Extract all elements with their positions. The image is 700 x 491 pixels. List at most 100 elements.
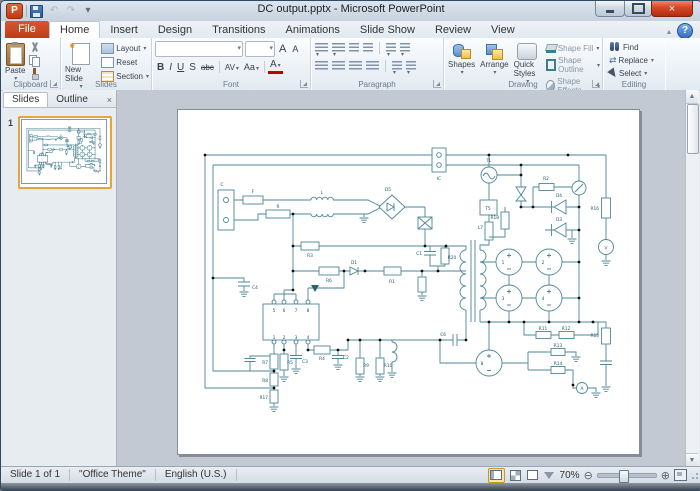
tab-design[interactable]: Design	[148, 22, 202, 38]
slide-thumbnail-image	[22, 120, 106, 183]
help-button[interactable]: ?	[677, 23, 693, 39]
zoom-in-button[interactable]: ⊕	[661, 469, 670, 482]
shape-fill-button[interactable]: Shape Fill	[546, 43, 600, 53]
bold-button[interactable]: B	[155, 62, 166, 73]
numbering-button[interactable]	[332, 43, 345, 53]
strikethrough-button[interactable]: abc	[199, 63, 216, 72]
minimize-icon	[606, 10, 614, 13]
paste-button[interactable]: Paste	[5, 40, 25, 82]
normal-view-icon	[490, 470, 502, 480]
layout-button[interactable]: Layout	[101, 43, 149, 54]
powerpoint-app-icon[interactable]: P	[6, 3, 23, 19]
slide-show-button[interactable]	[543, 470, 556, 481]
close-pane-icon[interactable]: ×	[107, 95, 112, 107]
zoom-out-button[interactable]: ⊖	[584, 469, 593, 482]
tab-home[interactable]: Home	[49, 21, 100, 38]
maximize-button[interactable]	[624, 1, 652, 17]
tab-file[interactable]: File	[5, 21, 49, 38]
close-button[interactable]: ×	[651, 1, 693, 17]
align-right-button[interactable]	[349, 61, 362, 71]
decrease-indent-button[interactable]	[349, 43, 359, 53]
tab-outline[interactable]: Outline	[48, 93, 96, 107]
text-direction-button[interactable]	[400, 43, 410, 53]
paste-icon	[6, 43, 25, 66]
select-button[interactable]: Select	[609, 69, 665, 78]
zoom-slider[interactable]	[597, 473, 657, 478]
reading-view-icon	[527, 470, 538, 480]
normal-view-button[interactable]	[488, 468, 505, 483]
theme-indicator[interactable]: "Office Theme"	[70, 469, 156, 481]
undo-button[interactable]: ↶	[47, 4, 61, 18]
grow-font-button[interactable]: A	[277, 43, 288, 55]
tab-slides[interactable]: Slides	[3, 92, 48, 107]
convert-smartart-button[interactable]	[406, 61, 416, 71]
font-color-button[interactable]: A	[268, 60, 283, 74]
italic-button[interactable]: I	[167, 62, 174, 73]
tab-transitions[interactable]: Transitions	[202, 22, 275, 38]
slide-canvas[interactable]	[117, 90, 685, 467]
zoom-slider-thumb[interactable]	[619, 470, 629, 483]
scroll-down-arrow[interactable]: ▼	[686, 453, 698, 467]
circuit-diagram[interactable]	[178, 110, 639, 454]
status-right-cluster: 70% ⊖ ⊕	[488, 468, 700, 483]
clipboard-dialog-launcher[interactable]	[50, 80, 58, 88]
paragraph-dialog-launcher[interactable]	[433, 80, 441, 88]
align-left-button[interactable]	[315, 61, 328, 71]
format-painter-button[interactable]	[29, 68, 40, 79]
slide-thumbnail-number: 1	[8, 118, 13, 128]
zoom-level[interactable]: 70%	[560, 470, 580, 481]
columns-button[interactable]	[392, 61, 402, 71]
font-dialog-launcher[interactable]	[300, 80, 308, 88]
character-spacing-button[interactable]: AV	[223, 63, 241, 72]
tab-view[interactable]: View	[481, 22, 525, 38]
font-name-combobox[interactable]	[155, 41, 243, 57]
underline-button[interactable]: U	[175, 62, 186, 73]
increase-indent-button[interactable]	[363, 43, 373, 53]
vertical-scrollbar[interactable]: ▲ ▼	[685, 90, 699, 467]
slide-indicator[interactable]: Slide 1 of 1	[1, 469, 70, 481]
reading-view-button[interactable]	[526, 470, 539, 481]
scroll-up-arrow[interactable]: ▲	[686, 90, 698, 104]
fit-to-window-button[interactable]	[674, 469, 687, 481]
qat-customize-button[interactable]: ▾	[81, 4, 95, 18]
tab-insert[interactable]: Insert	[100, 22, 148, 38]
separator	[379, 42, 380, 54]
save-button[interactable]	[30, 5, 44, 18]
line-spacing-button[interactable]	[386, 43, 396, 53]
minimize-button[interactable]	[595, 1, 625, 17]
text-shadow-button[interactable]: S	[187, 62, 198, 73]
replace-button[interactable]: ⇄Replace	[609, 55, 665, 66]
shrink-font-button[interactable]: A	[290, 44, 300, 54]
change-case-button[interactable]: Aa	[242, 62, 261, 72]
shape-outline-icon	[546, 59, 556, 71]
find-button[interactable]: Find	[609, 42, 665, 52]
slide[interactable]	[177, 109, 640, 455]
collapse-ribbon-icon[interactable]: ▴	[667, 27, 671, 36]
qat-separator	[26, 5, 27, 17]
copy-button[interactable]	[29, 55, 40, 66]
align-center-button[interactable]	[332, 61, 345, 71]
redo-button[interactable]: ↷	[64, 4, 78, 18]
slide-sorter-view-button[interactable]	[509, 470, 522, 481]
tab-slide-show[interactable]: Slide Show	[350, 22, 425, 38]
shapes-icon	[453, 43, 471, 60]
status-bar: Slide 1 of 1 "Office Theme" English (U.S…	[1, 466, 700, 483]
slide-thumbnail[interactable]	[18, 116, 112, 189]
shape-outline-button[interactable]: Shape Outline	[546, 56, 600, 74]
tab-review[interactable]: Review	[425, 22, 481, 38]
bullets-button[interactable]	[315, 43, 328, 53]
tab-animations[interactable]: Animations	[276, 22, 350, 38]
resize-grip[interactable]	[690, 472, 699, 481]
editing-group-label: Editing	[603, 80, 665, 89]
separator	[219, 61, 220, 73]
font-size-combobox[interactable]	[245, 41, 275, 57]
select-icon	[607, 68, 619, 80]
slides-pane: Slides Outline × 1	[3, 90, 117, 467]
window-controls: ×	[596, 1, 693, 17]
reset-button[interactable]: Reset	[101, 57, 149, 68]
justify-button[interactable]	[366, 61, 379, 71]
cut-button[interactable]	[29, 42, 40, 53]
scrollbar-thumb[interactable]	[687, 104, 699, 154]
language-indicator[interactable]: English (U.S.)	[156, 469, 237, 481]
drawing-dialog-launcher[interactable]	[592, 80, 600, 88]
